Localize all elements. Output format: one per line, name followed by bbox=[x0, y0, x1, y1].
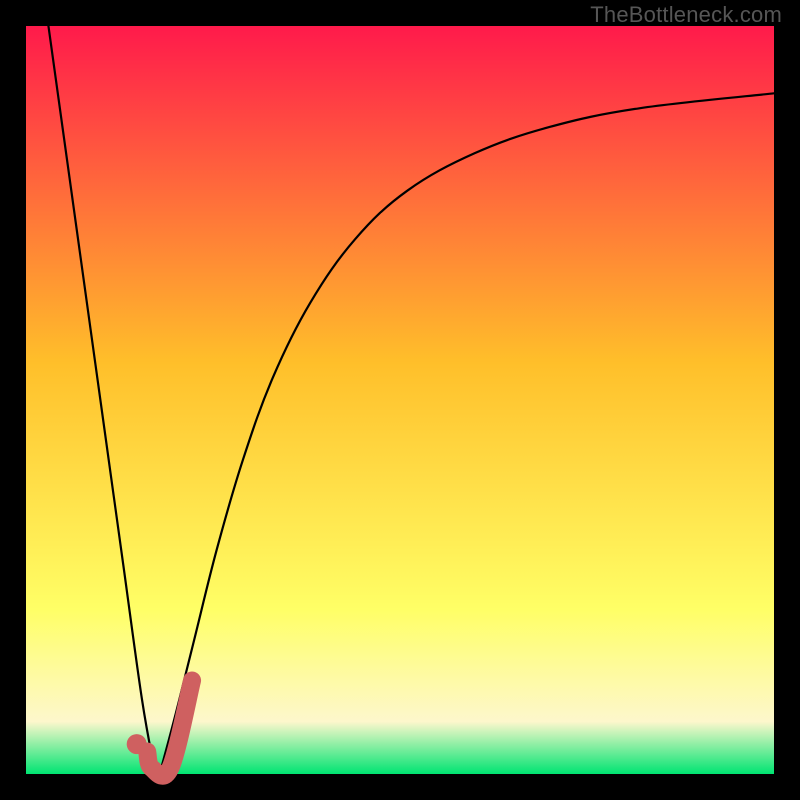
attribution-text: TheBottleneck.com bbox=[590, 2, 782, 28]
bottleneck-plot bbox=[0, 0, 800, 800]
chart-stage: { "attribution": "TheBottleneck.com", "c… bbox=[0, 0, 800, 800]
marker-dot bbox=[127, 734, 147, 754]
gradient-background bbox=[26, 26, 774, 774]
